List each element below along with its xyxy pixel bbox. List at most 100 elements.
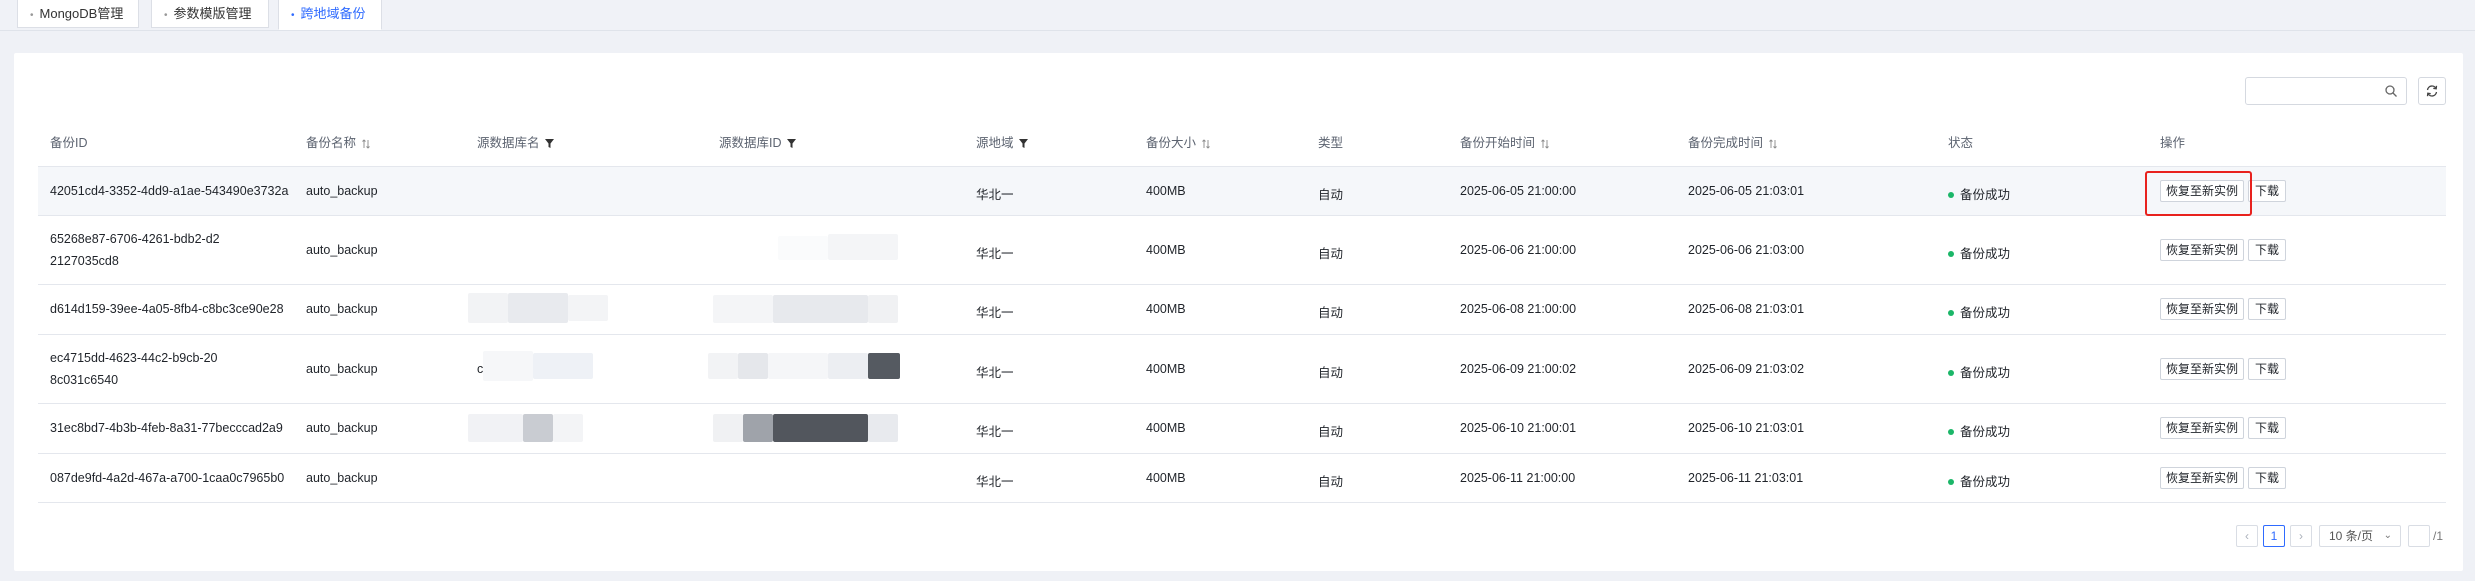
table-row: 42051cd4-3352-4dd9-a1ae-543490e3732a aut… (38, 167, 2446, 216)
download-button[interactable]: 下载 (2248, 298, 2286, 320)
backup-type: 自动 (1318, 475, 1344, 489)
sort-icon[interactable] (361, 139, 370, 149)
col-backup-size[interactable]: 备份大小 (1146, 125, 1210, 161)
status-badge: 备份成功 (1948, 421, 2010, 440)
bullet-icon: • (164, 10, 168, 21)
status-badge: 备份成功 (1948, 184, 2010, 203)
backup-name: auto_backup (306, 302, 378, 316)
download-button[interactable]: 下载 (2248, 180, 2286, 202)
redacted-area (773, 414, 868, 442)
tab-parameter-templates[interactable]: • 参数模版管理 (151, 0, 269, 28)
search-input[interactable] (2254, 79, 2388, 105)
filter-icon[interactable] (787, 139, 796, 149)
backup-size: 400MB (1146, 421, 1186, 435)
backup-table: 备份ID 备份名称 源数据库名 源数据库ID 源地域 备份大小 类型 备份开始时… (38, 125, 2446, 503)
download-button[interactable]: 下载 (2248, 467, 2286, 489)
refresh-button[interactable] (2418, 77, 2446, 105)
page-jump-input[interactable] (2408, 525, 2430, 547)
redacted-area (868, 295, 898, 323)
sort-icon[interactable] (1201, 139, 1210, 149)
backup-name: auto_backup (306, 421, 378, 435)
backup-end-time: 2025-06-05 21:03:01 (1688, 184, 1805, 198)
backup-id: 087de9fd-4a2d-467a-a700-1caa0c7965b0 (50, 471, 285, 485)
table-row: ec4715dd-4623-44c2-b9cb-208c031c6540 aut… (38, 335, 2446, 404)
source-region: 华北一 (976, 247, 1014, 261)
bullet-icon: • (291, 10, 295, 21)
redacted-area (553, 414, 583, 442)
col-type: 类型 (1318, 136, 1344, 150)
highlight-annotation (2145, 171, 2252, 216)
download-button[interactable]: 下载 (2248, 239, 2286, 261)
source-region: 华北一 (976, 366, 1014, 380)
success-dot-icon (1948, 309, 1954, 316)
page-size-select[interactable]: 10 条/页 ⌄ (2319, 525, 2401, 547)
sort-icon[interactable] (1768, 139, 1777, 149)
status-badge: 备份成功 (1948, 362, 2010, 381)
col-source-db-name[interactable]: 源数据库名 (477, 125, 554, 161)
backup-type: 自动 (1318, 425, 1344, 439)
restore-to-new-instance-button[interactable]: 恢复至新实例 (2160, 417, 2244, 439)
redacted-area (738, 353, 768, 379)
col-backup-start[interactable]: 备份开始时间 (1460, 125, 1549, 161)
redacted-area (508, 293, 568, 323)
redacted-area (523, 414, 553, 442)
backup-type: 自动 (1318, 188, 1344, 202)
chevron-left-icon: ‹ (2245, 529, 2249, 543)
refresh-icon (2426, 85, 2438, 97)
search-box[interactable] (2245, 77, 2407, 105)
tab-cross-region-backup[interactable]: • 跨地域备份 (278, 0, 382, 30)
backup-start-time: 2025-06-06 21:00:00 (1460, 243, 1577, 257)
backup-end-time: 2025-06-06 21:03:00 (1688, 243, 1805, 257)
backup-start-time: 2025-06-05 21:00:00 (1460, 184, 1577, 198)
filter-icon[interactable] (1019, 139, 1028, 149)
backup-name: auto_backup (306, 243, 378, 257)
status-badge: 备份成功 (1948, 302, 2010, 321)
backup-id: 31ec8bd7-4b3b-4feb-8a31-77becccad2a9 (50, 421, 283, 435)
page-number-button[interactable]: 1 (2263, 525, 2285, 547)
search-icon[interactable] (2384, 84, 2398, 98)
restore-to-new-instance-button[interactable]: 恢复至新实例 (2160, 467, 2244, 489)
table-row: 65268e87-6706-4261-bdb2-d22127035cd8 aut… (38, 216, 2446, 285)
chevron-down-icon: ⌄ (2383, 530, 2392, 541)
restore-to-new-instance-button[interactable]: 恢复至新实例 (2160, 239, 2244, 261)
backup-id: ec4715dd-4623-44c2-b9cb-208c031c6540 (50, 351, 218, 387)
backup-size: 400MB (1146, 471, 1186, 485)
redacted-area (768, 353, 828, 379)
col-backup-id: 备份ID (50, 136, 88, 150)
success-dot-icon (1948, 191, 1954, 198)
backup-start-time: 2025-06-08 21:00:00 (1460, 302, 1577, 316)
col-actions: 操作 (2160, 136, 2186, 150)
redacted-area (773, 295, 868, 323)
success-dot-icon (1948, 478, 1954, 485)
backup-start-time: 2025-06-11 21:00:00 (1460, 471, 1576, 485)
tab-mongodb-management[interactable]: • MongoDB管理 (17, 0, 139, 28)
restore-to-new-instance-button[interactable]: 恢复至新实例 (2160, 298, 2244, 320)
backup-name: auto_backup (306, 471, 378, 485)
sort-icon[interactable] (1540, 139, 1549, 149)
col-source-db-id[interactable]: 源数据库ID (719, 125, 796, 161)
backup-type: 自动 (1318, 366, 1344, 380)
col-backup-end[interactable]: 备份完成时间 (1688, 125, 1777, 161)
redacted-area (743, 414, 773, 442)
source-region: 华北一 (976, 188, 1014, 202)
redacted-area (483, 351, 533, 381)
source-db-name: c (477, 362, 484, 376)
backup-type: 自动 (1318, 247, 1344, 261)
table-header: 备份ID 备份名称 源数据库名 源数据库ID 源地域 备份大小 类型 备份开始时… (38, 125, 2446, 167)
chevron-right-icon: › (2299, 529, 2303, 543)
col-backup-name[interactable]: 备份名称 (306, 125, 370, 161)
tab-bar: • MongoDB管理 • 参数模版管理 • 跨地域备份 (0, 0, 2475, 31)
col-source-region[interactable]: 源地域 (976, 125, 1028, 161)
backup-start-time: 2025-06-10 21:00:01 (1460, 421, 1577, 435)
redacted-area (828, 353, 868, 379)
backup-id: 42051cd4-3352-4dd9-a1ae-543490e3732a (50, 184, 289, 198)
filter-icon[interactable] (545, 139, 554, 149)
download-button[interactable]: 下载 (2248, 417, 2286, 439)
backup-end-time: 2025-06-11 21:03:01 (1688, 471, 1804, 485)
download-button[interactable]: 下载 (2248, 358, 2286, 380)
source-region: 华北一 (976, 475, 1014, 489)
next-page-button[interactable]: › (2290, 525, 2312, 547)
prev-page-button[interactable]: ‹ (2236, 525, 2258, 547)
redacted-area (778, 236, 828, 260)
restore-to-new-instance-button[interactable]: 恢复至新实例 (2160, 358, 2244, 380)
